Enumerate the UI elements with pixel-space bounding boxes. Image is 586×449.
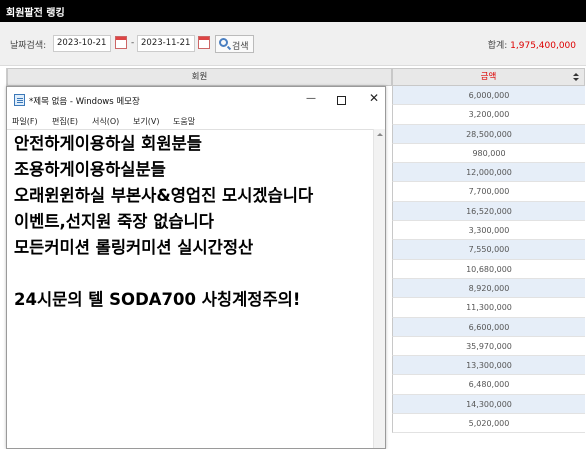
table-row-amount: 8,920,000: [392, 278, 585, 299]
date-filter-label: 날짜검색:: [10, 41, 47, 51]
table-row-amount: 6,000,000: [392, 86, 585, 106]
total-summary: 합계: 1,975,400,000: [488, 38, 576, 51]
date-from-input[interactable]: 2023-10-21: [53, 35, 111, 52]
notepad-window[interactable]: *제목 없음 - Windows 메모장 — ✕ 파일(F) 편집(E) 서식(…: [6, 86, 386, 449]
notepad-text-line: 조용하게이용하실분들: [14, 160, 166, 179]
table-row-amount: 3,300,000: [392, 221, 585, 241]
table-row-amount: 980,000: [392, 143, 585, 164]
page-titlebar: 회원팔전 랭킹: [0, 0, 586, 22]
menu-item-format[interactable]: 서식(O): [92, 116, 119, 127]
table-row-amount: 5,020,000: [392, 414, 585, 434]
table-row-amount: 7,550,000: [392, 240, 585, 260]
menu-item-edit[interactable]: 편집(E): [52, 116, 78, 127]
notepad-scrollbar[interactable]: [373, 129, 385, 448]
menu-item-help[interactable]: 도움말: [173, 116, 195, 127]
search-icon: [219, 38, 228, 47]
table-row-amount: 14,300,000: [392, 394, 585, 415]
search-button[interactable]: 검색: [215, 35, 254, 53]
column-header-amount-label: 금액: [480, 72, 497, 82]
notepad-text-line: 24시문의 텔 SODA700 사칭계정주의!: [14, 290, 301, 309]
table-row-amount: 12,000,000: [392, 163, 585, 183]
table-row-amount: 10,680,000: [392, 259, 585, 279]
notepad-text-line: 안전하게이용하실 회원분들: [14, 134, 202, 153]
page-title: 회원팔전 랭킹: [6, 8, 65, 19]
search-button-label: 검색: [232, 42, 249, 52]
column-header-member[interactable]: 회원: [7, 68, 392, 86]
notepad-text-area[interactable]: 안전하게이용하실 회원분들 조용하게이용하실분들 오래윈윈하실 부본사&영업진 …: [7, 129, 373, 448]
table-row-amount: 13,300,000: [392, 356, 585, 376]
table-row-amount: 28,500,000: [392, 124, 585, 144]
date-separator: -: [131, 38, 135, 48]
calendar-icon[interactable]: [115, 36, 127, 49]
sort-icon[interactable]: [573, 73, 579, 82]
table-row-amount: 6,480,000: [392, 375, 585, 395]
date-to-input[interactable]: 2023-11-21: [137, 35, 195, 52]
notepad-text-line: 모든커미션 롤링커미션 실시간정산: [14, 238, 254, 257]
table-row-amount: 6,600,000: [392, 317, 585, 337]
amount-column: 6,000,000 3,200,000 28,500,000 980,000 12,00…: [392, 86, 585, 449]
notepad-app-icon: [14, 94, 25, 106]
minimize-button[interactable]: —: [304, 93, 318, 107]
close-button[interactable]: ✕: [367, 91, 381, 105]
notepad-text-line: 이벤트,선지원 죽장 없습니다: [14, 212, 214, 231]
notepad-text-line: 오래윈윈하실 부본사&영업진 모시겠습니다: [14, 186, 314, 205]
menu-item-view[interactable]: 보기(V): [133, 116, 159, 127]
table-row-amount: 7,700,000: [392, 182, 585, 202]
notepad-menubar: 파일(F) 편집(E) 서식(O) 보기(V) 도움말: [7, 113, 385, 129]
column-header-amount[interactable]: 금액: [392, 68, 585, 86]
table-row-amount: 11,300,000: [392, 298, 585, 318]
notepad-titlebar[interactable]: *제목 없음 - Windows 메모장 — ✕: [7, 87, 385, 113]
calendar-icon[interactable]: [198, 36, 210, 49]
table-row-amount: 3,200,000: [392, 105, 585, 125]
maximize-button[interactable]: [337, 96, 346, 105]
notepad-title: *제목 없음 - Windows 메모장: [29, 97, 140, 107]
filter-bar: 날짜검색: 2023-10-21 - 2023-11-21 검색 합계: 1,9…: [0, 22, 586, 66]
table-row-amount: 35,970,000: [392, 336, 585, 357]
table-row-amount: 16,520,000: [392, 201, 585, 222]
total-value: 1,975,400,000: [510, 41, 576, 51]
menu-item-file[interactable]: 파일(F): [12, 116, 38, 127]
total-label: 합계:: [487, 41, 508, 51]
